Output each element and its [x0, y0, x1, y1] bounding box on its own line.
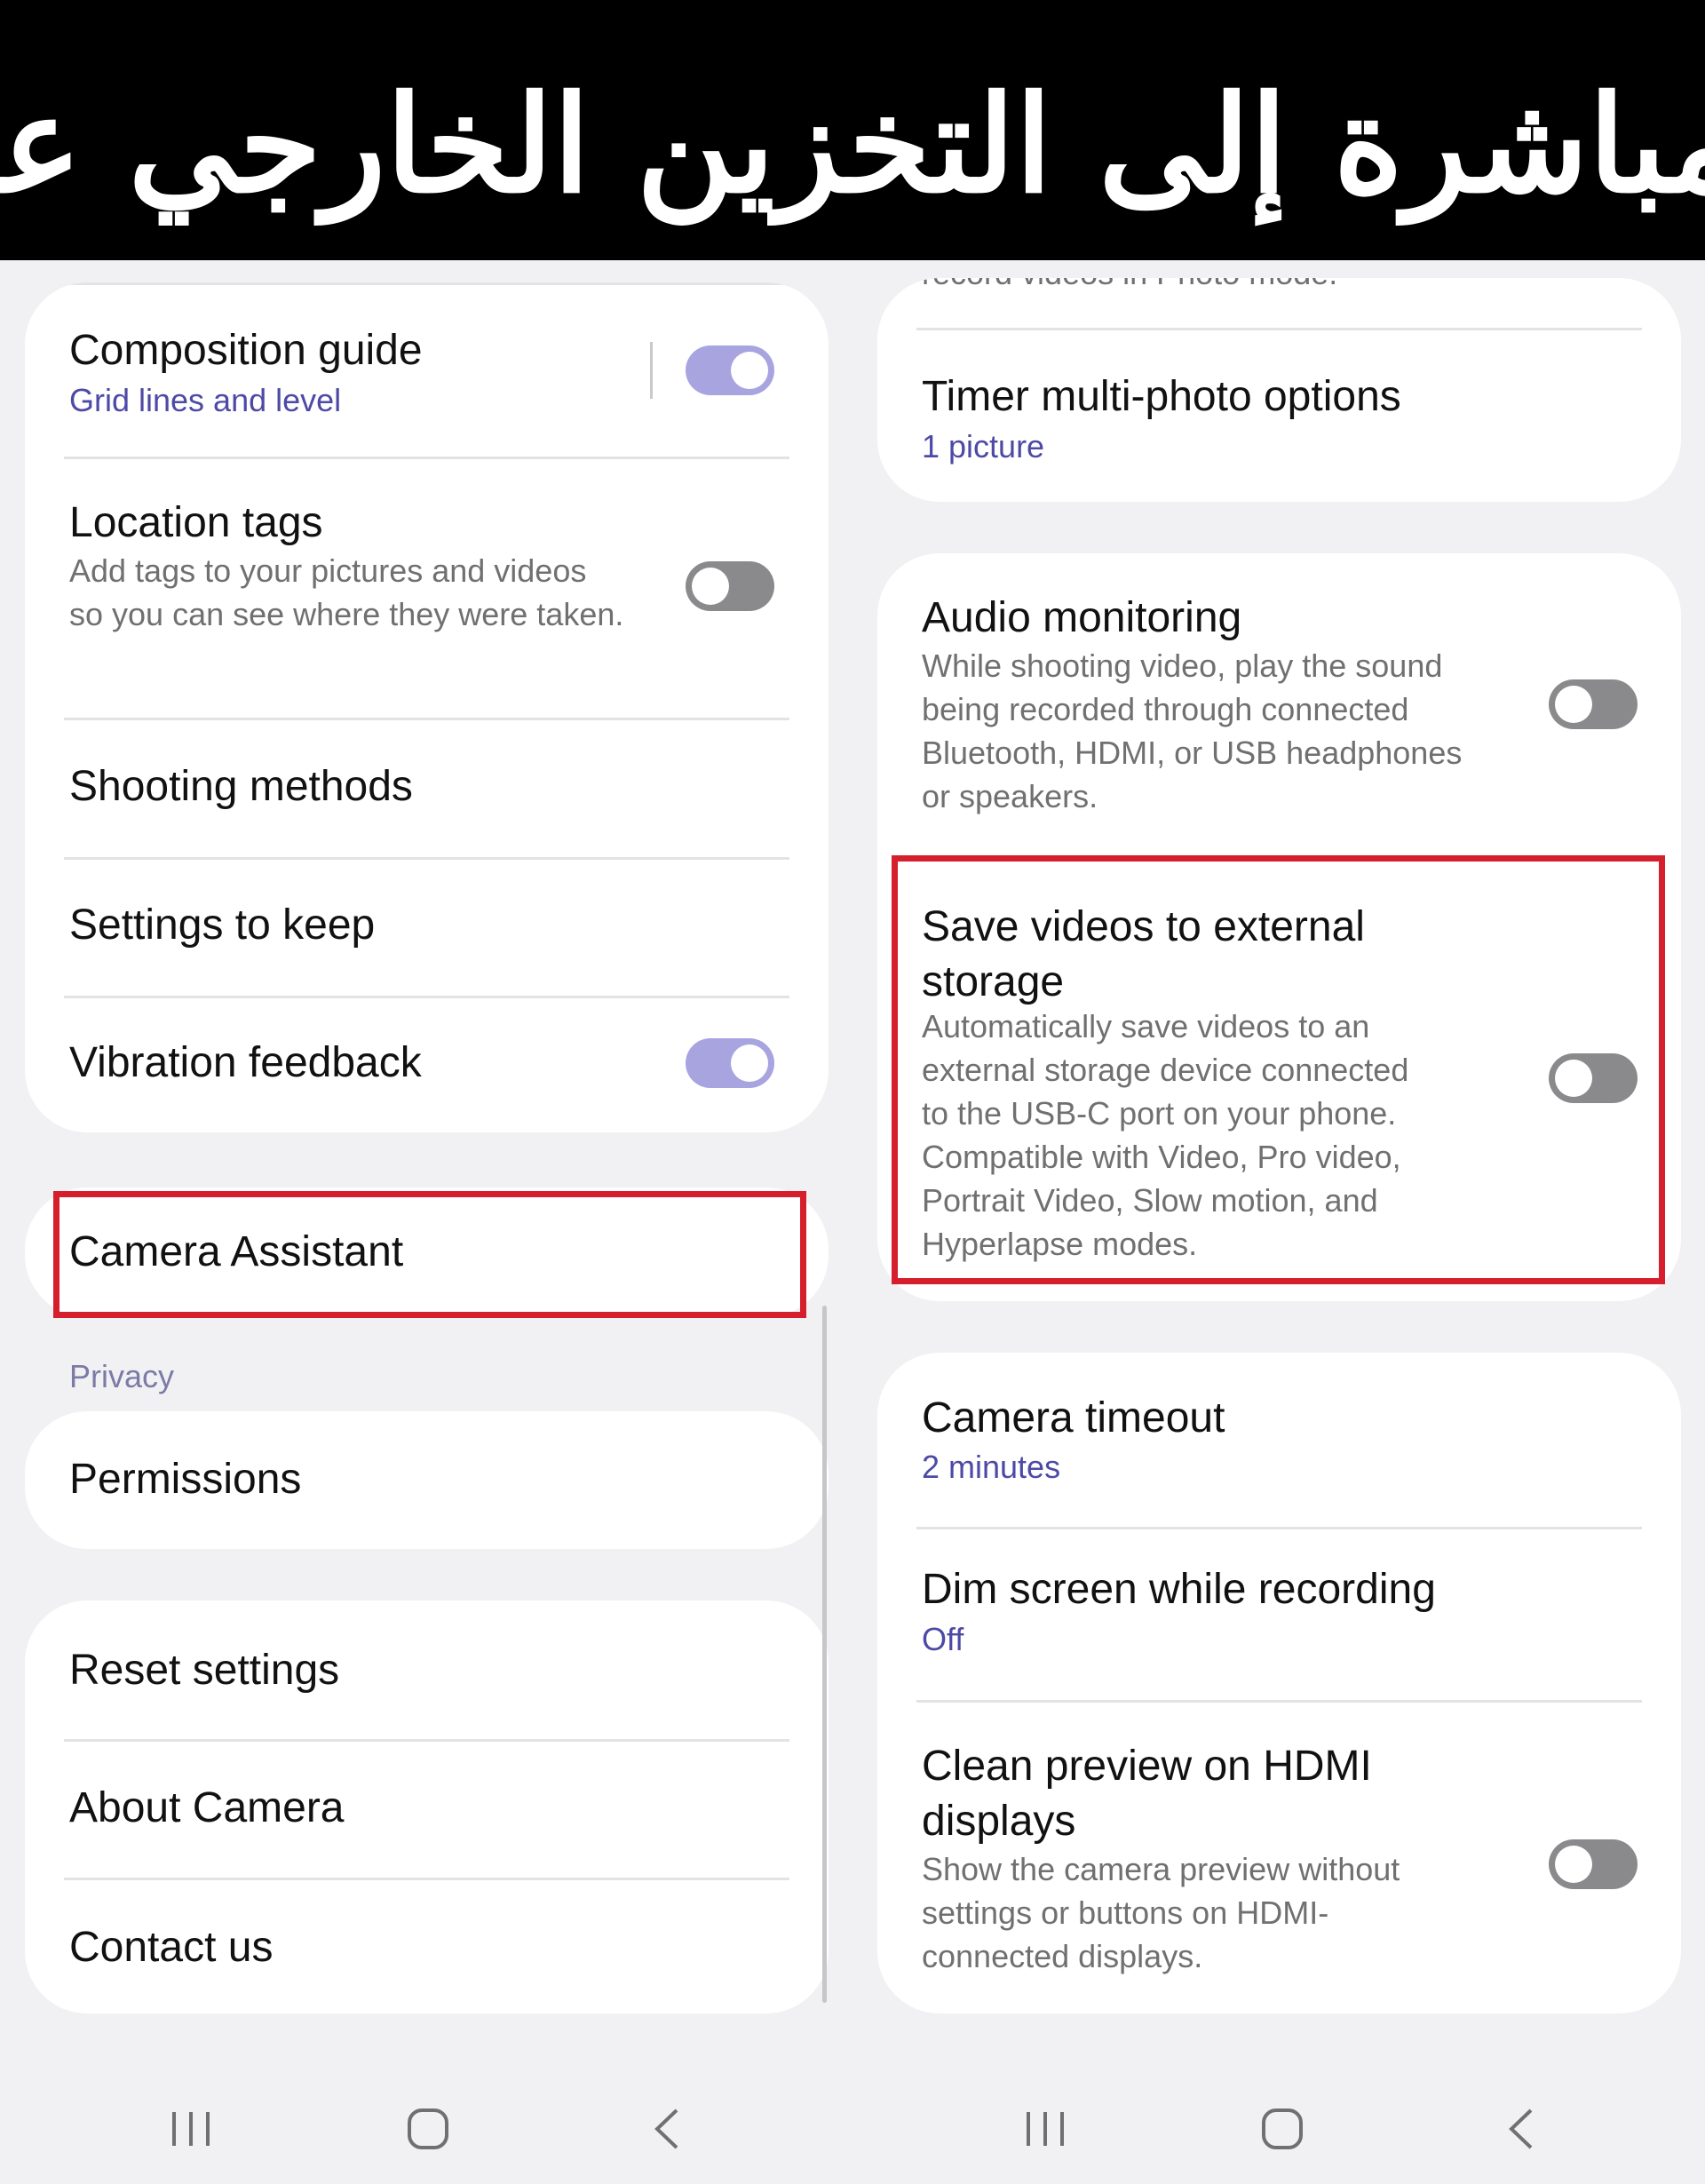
- settings-card-about: Reset settings About Camera Contact us: [25, 1600, 829, 2013]
- dim-screen-item[interactable]: Dim screen while recording Off: [877, 1529, 1681, 1701]
- audio-monitoring-toggle[interactable]: [1549, 679, 1638, 729]
- settings-card-display: Camera timeout 2 minutes Dim screen whil…: [877, 1353, 1681, 2013]
- privacy-section-header: Privacy: [69, 1358, 175, 1394]
- scrollbar[interactable]: [822, 1306, 827, 2003]
- composition-guide-item[interactable]: Composition guide Grid lines and level: [25, 282, 829, 457]
- clean-preview-hdmi-description: Show the camera preview without settings…: [922, 1851, 1400, 1974]
- reset-settings-item[interactable]: Reset settings: [25, 1600, 829, 1738]
- vibration-feedback-toggle[interactable]: [686, 1038, 774, 1088]
- camera-timeout-subtitle: 2 minutes: [922, 1449, 1061, 1485]
- settings-to-keep-title: Settings to keep: [69, 901, 376, 949]
- dim-screen-subtitle: Off: [922, 1621, 964, 1657]
- location-tags-title: Location tags: [69, 499, 323, 546]
- camera-timeout-title: Camera timeout: [922, 1394, 1225, 1441]
- highlight-box-save-videos: [892, 855, 1665, 1284]
- contact-us-item[interactable]: Contact us: [25, 1879, 829, 2013]
- settings-to-keep-item[interactable]: Settings to keep: [25, 859, 829, 997]
- shooting-methods-title: Shooting methods: [69, 763, 413, 810]
- navigation-bar-left: [0, 2069, 852, 2184]
- permissions-title: Permissions: [69, 1456, 302, 1503]
- composition-guide-toggle[interactable]: [686, 345, 774, 395]
- vibration-feedback-item[interactable]: Vibration feedback: [25, 997, 829, 1132]
- audio-monitoring-description: While shooting video, play the sound bei…: [922, 647, 1463, 814]
- home-icon[interactable]: [406, 2107, 450, 2151]
- location-tags-description: Add tags to your pictures and videos so …: [69, 552, 624, 632]
- vibration-feedback-title: Vibration feedback: [69, 1039, 422, 1086]
- permissions-card[interactable]: Permissions: [25, 1411, 829, 1549]
- cut-off-text: record videos in Photo mode.: [922, 278, 1337, 295]
- contact-us-title: Contact us: [69, 1924, 274, 1971]
- clean-preview-hdmi-title: Clean preview on HDMI displays: [922, 1743, 1372, 1845]
- about-camera-title: About Camera: [69, 1784, 345, 1831]
- recents-icon[interactable]: [169, 2107, 213, 2151]
- settings-card-timer: record videos in Photo mode. Timer multi…: [877, 278, 1681, 502]
- home-icon[interactable]: [1260, 2107, 1305, 2151]
- location-tags-toggle[interactable]: [686, 561, 774, 611]
- highlight-box-camera-assistant: [53, 1191, 806, 1318]
- audio-monitoring-title: Audio monitoring: [922, 594, 1242, 641]
- audio-monitoring-item[interactable]: Audio monitoring While shooting video, p…: [877, 553, 1681, 855]
- about-camera-item[interactable]: About Camera: [25, 1741, 829, 1878]
- recents-icon[interactable]: [1023, 2107, 1067, 2151]
- composition-guide-subtitle: Grid lines and level: [69, 382, 342, 418]
- caption-banner: مباشرة إلى التخزين الخارجي على هو: [0, 0, 1705, 260]
- clean-preview-hdmi-item[interactable]: Clean preview on HDMI displays Show the …: [877, 1702, 1681, 2013]
- settings-card-general: Composition guide Grid lines and level L…: [25, 282, 829, 1132]
- timer-multi-photo-title: Timer multi-photo options: [922, 373, 1401, 420]
- camera-timeout-item[interactable]: Camera timeout 2 minutes: [877, 1353, 1681, 1527]
- reset-settings-title: Reset settings: [69, 1647, 340, 1694]
- back-icon[interactable]: [1501, 2107, 1545, 2151]
- location-tags-item[interactable]: Location tags Add tags to your pictures …: [25, 458, 829, 718]
- dim-screen-title: Dim screen while recording: [922, 1566, 1436, 1613]
- item-separator: [650, 342, 653, 399]
- navigation-bar-right: [852, 2069, 1705, 2184]
- clean-preview-hdmi-toggle[interactable]: [1549, 1839, 1638, 1889]
- timer-multi-photo-item[interactable]: Timer multi-photo options 1 picture: [877, 330, 1681, 502]
- composition-guide-title: Composition guide: [69, 327, 423, 374]
- back-icon[interactable]: [646, 2107, 691, 2151]
- shooting-methods-item[interactable]: Shooting methods: [25, 719, 829, 857]
- banner-text: مباشرة إلى التخزين الخارجي على هو: [0, 67, 1705, 223]
- timer-multi-photo-subtitle: 1 picture: [922, 428, 1045, 465]
